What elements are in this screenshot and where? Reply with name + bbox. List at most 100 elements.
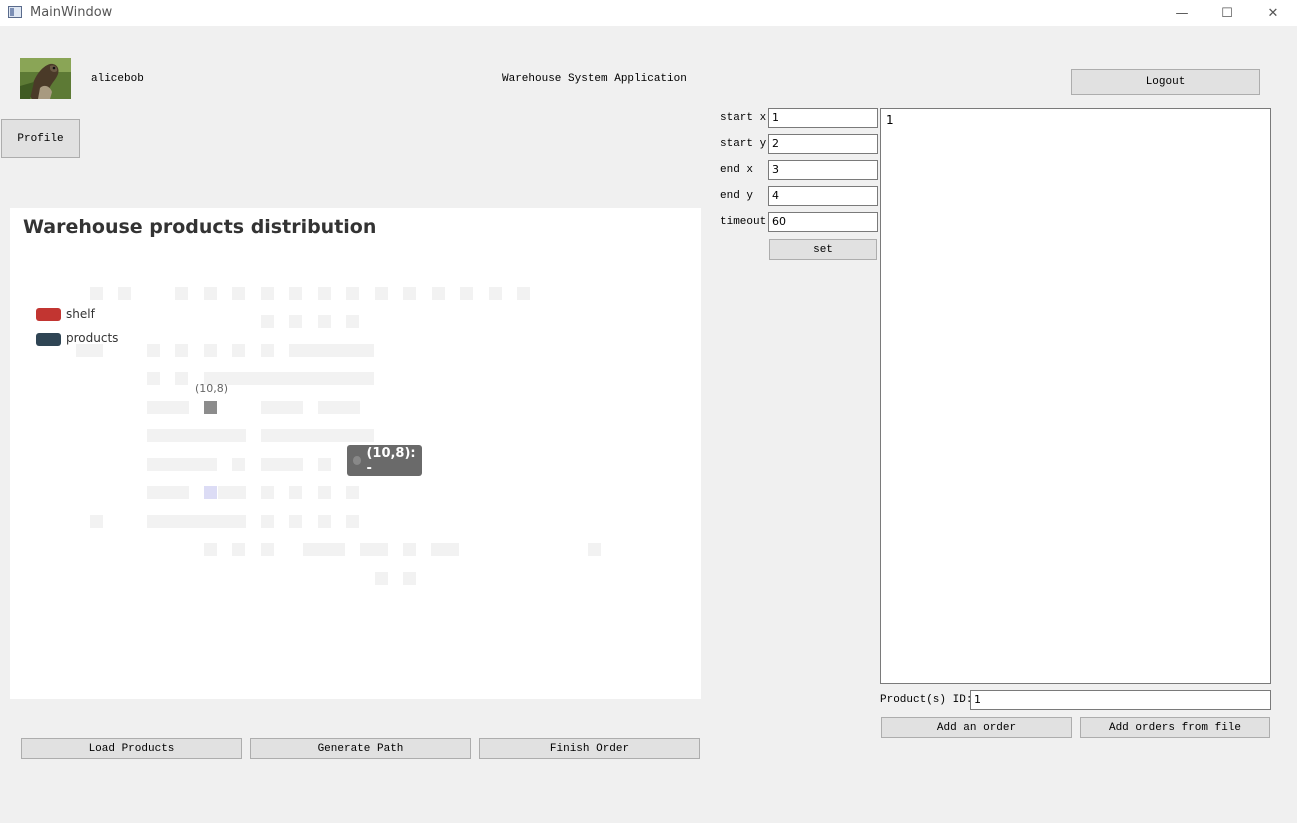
load-products-button[interactable]: Load Products (21, 738, 242, 759)
grid-cell (318, 401, 360, 414)
grid-cell (175, 372, 188, 385)
grid-cell (147, 372, 160, 385)
grid-cell (232, 543, 245, 556)
grid-cell (289, 344, 374, 357)
hover-cell (204, 486, 217, 499)
tooltip-text: (10,8): - (366, 445, 416, 476)
grid-cell (261, 486, 274, 499)
highlight-cell-label: (10,8) (195, 382, 229, 395)
app-title: Warehouse System Application (502, 73, 687, 85)
grid-cell (289, 315, 302, 328)
grid-cell (261, 401, 303, 414)
close-button[interactable]: ✕ (1250, 0, 1296, 26)
chart-tooltip: (10,8): - (347, 445, 422, 476)
generate-path-button[interactable]: Generate Path (250, 738, 471, 759)
legend-swatch-products[interactable] (36, 333, 61, 346)
grid-cell (261, 287, 274, 300)
timeout-input[interactable]: 60 (768, 212, 878, 232)
grid-cell (90, 287, 103, 300)
grid-cell (318, 486, 331, 499)
username-label: alicebob (91, 73, 144, 85)
grid-cell (289, 486, 302, 499)
set-button[interactable]: set (769, 239, 877, 260)
grid-cell (318, 287, 331, 300)
output-textarea[interactable]: 1 (880, 108, 1271, 684)
logout-button[interactable]: Logout (1071, 69, 1260, 95)
grid-cell (175, 344, 188, 357)
grid-cell (303, 543, 345, 556)
window-title: MainWindow (30, 5, 113, 20)
grid-cell (517, 287, 530, 300)
legend-label-products[interactable]: products (66, 331, 118, 345)
grid-cell (375, 287, 388, 300)
profile-button[interactable]: Profile (1, 119, 80, 158)
grid-cell (318, 315, 331, 328)
grid-cell (232, 287, 245, 300)
grid-cell (147, 344, 160, 357)
chart-title: Warehouse products distribution (23, 216, 377, 238)
grid-cell (403, 543, 416, 556)
grid-cell (360, 543, 388, 556)
grid-cell (261, 543, 274, 556)
avatar (20, 58, 71, 99)
grid-cell (147, 429, 246, 442)
grid-cell (204, 543, 217, 556)
grid-cell (261, 344, 274, 357)
grid-cell (204, 287, 217, 300)
grid-cell (403, 572, 416, 585)
end-x-label: end x (720, 164, 754, 176)
grid-cell (232, 458, 245, 471)
grid-cell (318, 458, 331, 471)
grid-cell (147, 401, 189, 414)
grid-cell (204, 344, 217, 357)
grid-cell (232, 344, 245, 357)
grid-cell (489, 287, 502, 300)
grid-cell (289, 287, 302, 300)
legend-label-shelf[interactable]: shelf (66, 307, 95, 321)
window-icon (8, 6, 22, 18)
grid-cell (375, 572, 388, 585)
end-y-input[interactable]: 4 (768, 186, 878, 206)
grid-cell (118, 287, 131, 300)
grid-cell (76, 344, 103, 357)
grid-cell (261, 515, 274, 528)
tooltip-marker-icon (353, 456, 362, 465)
title-bar (0, 0, 1297, 26)
grid-cell (147, 515, 246, 528)
grid-cell (432, 287, 445, 300)
grid-cell (147, 458, 217, 471)
maximize-button[interactable]: ☐ (1204, 0, 1250, 26)
grid-cell (261, 429, 374, 442)
grid-cell (204, 372, 374, 385)
grid-cell (403, 287, 416, 300)
add-order-button[interactable]: Add an order (881, 717, 1072, 738)
start-y-label: start y (720, 138, 767, 150)
grid-cell (460, 287, 473, 300)
grid-cell (346, 287, 359, 300)
grid-cell (218, 486, 246, 499)
highlighted-cell (204, 401, 217, 414)
grid-cell (261, 315, 274, 328)
grid-cell (588, 543, 601, 556)
grid-cell (147, 486, 189, 499)
grid-cell (346, 515, 359, 528)
timeout-label: timeout (720, 216, 767, 228)
end-x-input[interactable]: 3 (768, 160, 878, 180)
start-x-input[interactable]: 1 (768, 108, 878, 128)
minimize-button[interactable]: — (1159, 0, 1205, 26)
add-orders-from-file-button[interactable]: Add orders from file (1080, 717, 1270, 738)
grid-cell (346, 315, 359, 328)
finish-order-button[interactable]: Finish Order (479, 738, 700, 759)
grid-cell (261, 458, 303, 471)
product-ids-label: Product(s) ID: (880, 694, 973, 706)
product-ids-input[interactable]: 1 (970, 690, 1271, 710)
start-x-label: start x (720, 112, 767, 124)
legend-swatch-shelf[interactable] (36, 308, 61, 321)
grid-cell (431, 543, 459, 556)
end-y-label: end y (720, 190, 754, 202)
grid-cell (318, 515, 331, 528)
start-y-input[interactable]: 2 (768, 134, 878, 154)
grid-cell (90, 515, 103, 528)
grid-cell (289, 515, 302, 528)
grid-cell (346, 486, 359, 499)
